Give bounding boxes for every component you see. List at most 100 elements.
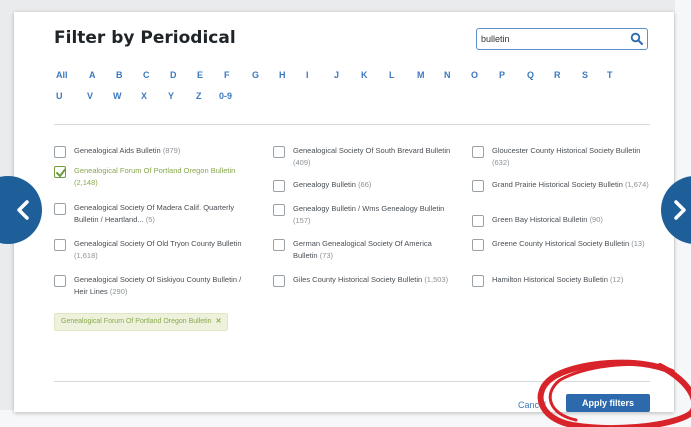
alpha-filter-z[interactable]: Z [196, 91, 202, 101]
checkbox[interactable] [273, 204, 285, 216]
periodical-option-label: Genealogy Bulletin (66) [293, 179, 458, 191]
checkbox[interactable] [273, 180, 285, 192]
periodical-option-label: Genealogical Aids Bulletin (879) [74, 145, 254, 157]
periodical-name: Genealogy Bulletin / Wms Genealogy Bulle… [293, 204, 445, 213]
periodical-name: Genealogical Society Of Siskiyou County … [74, 275, 242, 296]
periodical-option-label: Genealogical Society Of South Brevard Bu… [293, 145, 458, 169]
checkbox[interactable] [472, 146, 484, 158]
periodical-count: (66) [358, 180, 372, 189]
checkbox[interactable] [54, 239, 66, 251]
periodical-option-label: Green Bay Historical Bulletin (90) [492, 214, 650, 226]
alpha-filter-c[interactable]: C [143, 70, 150, 80]
periodical-count: (290) [109, 287, 128, 296]
periodical-name: Genealogical Aids Bulletin [74, 146, 161, 155]
checkbox[interactable] [472, 215, 484, 227]
chevron-right-icon [661, 176, 691, 244]
periodical-name: Genealogical Forum Of Portland Oregon Bu… [74, 166, 236, 175]
apply-filters-button[interactable]: Apply filters [566, 394, 650, 412]
alpha-filter-g[interactable]: G [252, 70, 259, 80]
alpha-filter-t[interactable]: T [607, 70, 613, 80]
divider [54, 124, 650, 125]
checkbox[interactable] [472, 180, 484, 192]
previous-page-button[interactable] [0, 170, 44, 250]
checkbox-checked[interactable] [54, 166, 66, 178]
checkmark-icon [56, 168, 66, 177]
checkbox[interactable] [273, 239, 285, 251]
background-bottom [0, 410, 691, 427]
periodical-option-label: Genealogy Bulletin / Wms Genealogy Bulle… [293, 203, 458, 227]
alpha-filter-b[interactable]: B [116, 70, 123, 80]
periodical-name: Giles County Historical Society Bulletin [293, 275, 423, 284]
alpha-filter-x[interactable]: X [141, 91, 147, 101]
periodical-count: (1,618) [74, 251, 98, 260]
alpha-filter-j[interactable]: J [334, 70, 339, 80]
checkbox[interactable] [54, 275, 66, 287]
periodical-count: (12) [609, 275, 624, 284]
periodical-option-label: Genealogical Forum Of Portland Oregon Bu… [74, 165, 254, 189]
alpha-filter-i[interactable]: I [306, 70, 309, 80]
periodical-option-label: Genealogical Society Of Old Tryon County… [74, 238, 254, 262]
periodical-count: (157) [293, 216, 311, 225]
alpha-filter-k[interactable]: K [361, 70, 368, 80]
modal-title: Filter by Periodical [54, 28, 236, 48]
periodical-count: (90) [589, 215, 603, 224]
alpha-filter-o[interactable]: O [471, 70, 478, 80]
alpha-filter-all[interactable]: All [56, 70, 68, 80]
selected-filter-tag: Genealogical Forum Of Portland Oregon Bu… [54, 313, 229, 331]
periodical-name: Hamilton Historical Society Bulletin [492, 275, 608, 284]
periodical-count: (2,148) [74, 178, 98, 187]
alpha-filter-h[interactable]: H [279, 70, 286, 80]
periodical-option-label: German Genealogical Society Of America B… [293, 238, 458, 262]
periodical-name: German Genealogical Society Of America B… [293, 239, 432, 260]
next-page-button[interactable] [655, 170, 691, 250]
alpha-filter-a[interactable]: A [89, 70, 96, 80]
periodical-name: Green Bay Historical Bulletin [492, 215, 588, 224]
alpha-filter-m[interactable]: M [417, 70, 425, 80]
periodical-search-input[interactable] [481, 31, 621, 47]
alpha-filter-v[interactable]: V [87, 91, 93, 101]
alpha-filter-p[interactable]: P [499, 70, 505, 80]
checkbox[interactable] [273, 275, 285, 287]
alpha-filter-w[interactable]: W [113, 91, 122, 101]
checkbox[interactable] [54, 146, 66, 158]
checkbox[interactable] [54, 203, 66, 215]
periodical-option-label: Genealogical Society Of Siskiyou County … [74, 274, 254, 298]
periodical-count: (879) [162, 146, 181, 155]
periodical-count: (5) [145, 215, 155, 224]
cancel-button[interactable]: Cancel [518, 400, 546, 410]
alpha-filter-n[interactable]: N [444, 70, 451, 80]
periodical-option-label: Giles County Historical Society Bulletin… [293, 274, 458, 286]
periodical-name: Genealogy Bulletin [293, 180, 356, 189]
periodical-option-label: Genealogical Society Of Madera Calif. Qu… [74, 202, 254, 226]
remove-filter-icon[interactable]: ✕ [216, 318, 222, 325]
checkbox[interactable] [472, 275, 484, 287]
periodical-count: (1,674) [624, 180, 649, 189]
alpha-filter-u[interactable]: U [56, 91, 63, 101]
alpha-filter-f[interactable]: F [224, 70, 230, 80]
periodical-name: Gloucester County Historical Society Bul… [492, 146, 641, 155]
periodical-option-label: Greene County Historical Society Bulleti… [492, 238, 650, 250]
periodical-search-box[interactable] [476, 28, 648, 50]
periodical-count: (632) [492, 158, 510, 167]
alpha-filter-d[interactable]: D [170, 70, 177, 80]
checkbox[interactable] [273, 146, 285, 158]
alpha-filter-0-9[interactable]: 0-9 [219, 91, 232, 101]
periodical-name: Genealogical Society Of South Brevard Bu… [293, 146, 451, 155]
alpha-filter-y[interactable]: Y [168, 91, 174, 101]
periodical-name: Grand Prairie Historical Society Bulleti… [492, 180, 623, 189]
alpha-filter-l[interactable]: L [389, 70, 395, 80]
periodical-count: (13) [631, 239, 645, 248]
periodical-count: (409) [293, 158, 311, 167]
search-icon[interactable] [630, 32, 644, 46]
alpha-filter-r[interactable]: R [554, 70, 561, 80]
checkbox[interactable] [472, 239, 484, 251]
periodical-option-label: Grand Prairie Historical Society Bulleti… [492, 179, 650, 191]
periodical-name: Greene County Historical Society Bulleti… [492, 239, 630, 248]
periodical-name: Genealogical Society Of Old Tryon County… [74, 239, 242, 248]
alpha-filter-q[interactable]: Q [527, 70, 534, 80]
periodical-count: (73) [319, 251, 334, 260]
alpha-filter-e[interactable]: E [197, 70, 203, 80]
periodical-count: (1,503) [424, 275, 449, 284]
alpha-filter-s[interactable]: S [582, 70, 588, 80]
selected-filter-label: Genealogical Forum Of Portland Oregon Bu… [61, 318, 212, 325]
